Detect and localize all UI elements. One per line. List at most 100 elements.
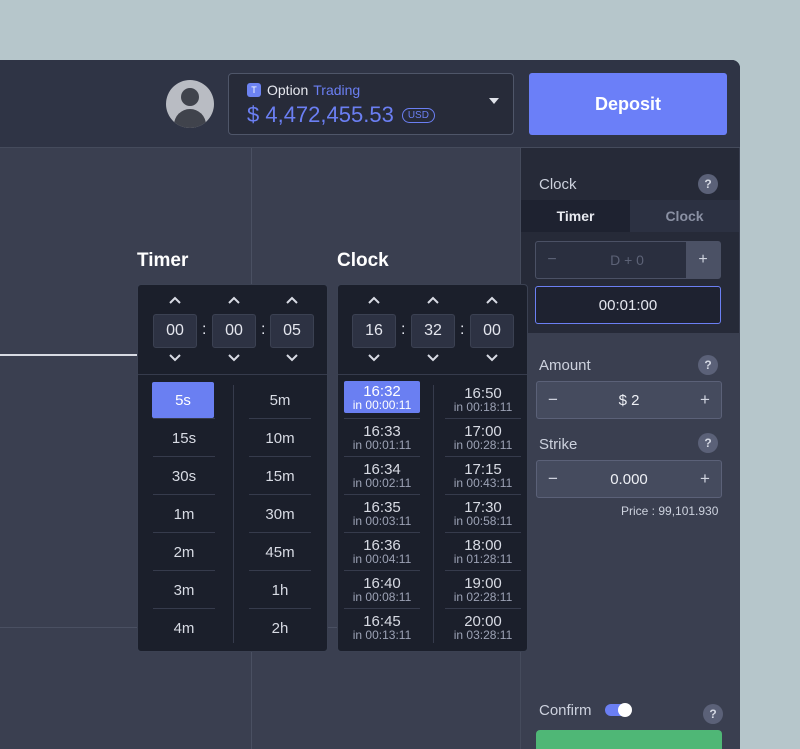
- trade-up-button[interactable]: [536, 730, 722, 749]
- column-divider: [233, 385, 234, 643]
- day-minus-button[interactable]: −: [536, 251, 568, 269]
- clock-option-countdown: in 00:43:11: [453, 475, 513, 490]
- expiry-box: Clock ? Timer Clock − D + 0 + 00:01:00: [521, 148, 739, 333]
- clock-option-countdown: in 01:28:11: [453, 551, 513, 566]
- chevron-up-icon[interactable]: [167, 295, 183, 305]
- chevron-up-icon[interactable]: [284, 295, 300, 305]
- strike-plus-button[interactable]: +: [689, 469, 721, 489]
- expiry-time-field[interactable]: 00:01:00: [535, 286, 721, 324]
- confirm-toggle[interactable]: [605, 703, 632, 717]
- minutes-value[interactable]: 00: [212, 314, 256, 348]
- account-balance-selector[interactable]: T Option Trading $ 4,472,455.53 USD: [228, 73, 514, 135]
- chevron-down-icon[interactable]: [284, 353, 300, 363]
- expiry-tabs: Timer Clock: [521, 200, 739, 232]
- timer-option[interactable]: 4m: [153, 610, 215, 646]
- expiry-mode-label: Clock: [539, 176, 577, 193]
- seconds-value[interactable]: 05: [270, 314, 314, 348]
- timer-option[interactable]: 1h: [249, 572, 311, 608]
- chevron-down-icon[interactable]: [425, 353, 441, 363]
- clock-spinners: 16 : 32 : 00: [338, 285, 527, 375]
- chevron-up-icon[interactable]: [425, 295, 441, 305]
- clock-option[interactable]: 17:30 in 00:58:11: [445, 495, 521, 531]
- clock-option[interactable]: 18:00 in 01:28:11: [445, 533, 521, 569]
- chevron-up-icon[interactable]: [226, 295, 242, 305]
- timer-option[interactable]: 15m: [249, 458, 311, 494]
- timer-option[interactable]: 1m: [153, 496, 215, 532]
- seconds-value[interactable]: 00: [470, 314, 514, 348]
- time-colon: :: [401, 321, 406, 338]
- option-divider: [153, 532, 215, 533]
- time-colon: :: [202, 321, 207, 338]
- timer-option[interactable]: 5s: [152, 382, 214, 418]
- avatar-head: [181, 88, 199, 106]
- seconds-spinner: 05: [270, 295, 314, 367]
- amount-value[interactable]: $ 2: [569, 392, 689, 409]
- clock-option-time: 17:00: [464, 422, 502, 440]
- strike-minus-button[interactable]: −: [537, 469, 569, 489]
- clock-option[interactable]: 16:35 in 00:03:11: [344, 495, 420, 531]
- day-stepper: − D + 0 +: [535, 241, 721, 279]
- hours-value[interactable]: 00: [153, 314, 197, 348]
- chevron-down-icon[interactable]: [484, 353, 500, 363]
- clock-option[interactable]: 17:00 in 00:28:11: [445, 419, 521, 455]
- timer-option[interactable]: 10m: [249, 420, 311, 456]
- chevron-up-icon[interactable]: [366, 295, 382, 305]
- amount-plus-button[interactable]: +: [689, 390, 721, 410]
- clock-option-countdown: in 00:58:11: [453, 513, 513, 528]
- clock-option[interactable]: 17:15 in 00:43:11: [445, 457, 521, 493]
- minutes-value[interactable]: 32: [411, 314, 455, 348]
- clock-option-countdown: in 02:28:11: [453, 589, 513, 604]
- option-divider: [153, 456, 215, 457]
- clock-option-countdown: in 00:03:11: [352, 513, 412, 528]
- tab-timer[interactable]: Timer: [521, 200, 630, 232]
- deposit-button[interactable]: Deposit: [529, 73, 727, 135]
- chevron-down-icon[interactable]: [489, 98, 499, 104]
- timer-option[interactable]: 15s: [153, 420, 215, 456]
- timer-option[interactable]: 45m: [249, 534, 311, 570]
- currency-badge: USD: [401, 107, 435, 123]
- option-divider: [153, 608, 215, 609]
- clock-option-time: 17:15: [464, 460, 502, 478]
- clock-option-time: 18:00: [464, 536, 502, 554]
- time-colon: :: [261, 321, 266, 338]
- timer-option[interactable]: 2h: [249, 610, 311, 646]
- clock-option-time: 16:45: [363, 612, 401, 630]
- option-divider: [153, 570, 215, 571]
- clock-option[interactable]: 16:32 in 00:00:11: [344, 381, 420, 413]
- help-icon[interactable]: ?: [698, 433, 718, 453]
- clock-option-countdown: in 00:28:11: [453, 437, 513, 452]
- clock-option-time: 17:30: [464, 498, 502, 516]
- timer-option[interactable]: 30m: [249, 496, 311, 532]
- clock-option[interactable]: 19:00 in 02:28:11: [445, 571, 521, 607]
- timer-option[interactable]: 3m: [153, 572, 215, 608]
- avatar-body: [174, 109, 206, 128]
- tab-clock[interactable]: Clock: [630, 200, 739, 232]
- timer-option[interactable]: 2m: [153, 534, 215, 570]
- strike-value[interactable]: 0.000: [569, 471, 689, 488]
- timer-option[interactable]: 30s: [153, 458, 215, 494]
- help-icon[interactable]: ?: [703, 704, 723, 724]
- confirm-label: Confirm: [539, 702, 592, 719]
- clock-option[interactable]: 16:45 in 00:13:11: [344, 609, 420, 645]
- clock-option-countdown: in 00:02:11: [352, 475, 412, 490]
- help-icon[interactable]: ?: [698, 355, 718, 375]
- avatar[interactable]: [166, 80, 214, 128]
- clock-option[interactable]: 16:34 in 00:02:11: [344, 457, 420, 493]
- top-bar: T Option Trading $ 4,472,455.53 USD Depo…: [0, 60, 740, 148]
- chevron-up-icon[interactable]: [484, 295, 500, 305]
- strike-label: Strike: [539, 436, 578, 453]
- day-value: D + 0: [610, 252, 644, 268]
- day-plus-button[interactable]: +: [686, 242, 720, 278]
- chevron-down-icon[interactable]: [167, 353, 183, 363]
- clock-option[interactable]: 16:40 in 00:08:11: [344, 571, 420, 607]
- clock-option[interactable]: 16:50 in 00:18:11: [445, 381, 521, 417]
- chevron-down-icon[interactable]: [366, 353, 382, 363]
- clock-option[interactable]: 20:00 in 03:28:11: [445, 609, 521, 645]
- amount-minus-button[interactable]: −: [537, 390, 569, 410]
- clock-option[interactable]: 16:36 in 00:04:11: [344, 533, 420, 569]
- timer-option[interactable]: 5m: [249, 382, 311, 418]
- chevron-down-icon[interactable]: [226, 353, 242, 363]
- clock-option[interactable]: 16:33 in 00:01:11: [344, 419, 420, 455]
- help-icon[interactable]: ?: [698, 174, 718, 194]
- hours-value[interactable]: 16: [352, 314, 396, 348]
